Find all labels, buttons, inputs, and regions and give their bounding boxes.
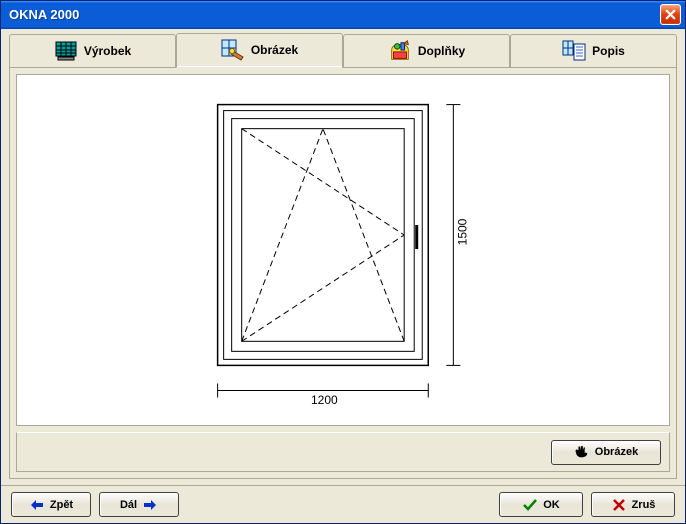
cross-icon bbox=[611, 497, 627, 513]
product-icon bbox=[54, 40, 78, 62]
content-panel: 1200 1500 Obrázek bbox=[9, 68, 677, 479]
lower-panel: Obrázek bbox=[16, 432, 670, 472]
image-button[interactable]: Obrázek bbox=[551, 440, 661, 465]
close-icon bbox=[665, 9, 676, 20]
next-button[interactable]: Dál bbox=[99, 492, 179, 517]
tab-description[interactable]: Popis bbox=[510, 34, 677, 68]
arrow-right-icon bbox=[142, 497, 158, 513]
tab-description-label: Popis bbox=[592, 44, 625, 58]
tab-image-label: Obrázek bbox=[251, 43, 298, 57]
ok-button-label: OK bbox=[543, 499, 560, 511]
back-button[interactable]: Zpět bbox=[11, 492, 91, 517]
window-title: OKNA 2000 bbox=[9, 7, 660, 22]
titlebar: OKNA 2000 bbox=[1, 1, 685, 29]
height-dimension-label: 1500 bbox=[455, 219, 469, 246]
check-icon bbox=[522, 497, 538, 513]
app-window: OKNA 2000 Výrobek bbox=[0, 0, 686, 524]
tab-product[interactable]: Výrobek bbox=[9, 34, 176, 68]
tab-product-label: Výrobek bbox=[84, 44, 131, 58]
drawing-canvas: 1200 1500 bbox=[16, 74, 670, 426]
close-button[interactable] bbox=[660, 4, 681, 25]
arrow-left-icon bbox=[29, 497, 45, 513]
tab-bar: Výrobek Obrázek bbox=[1, 29, 685, 68]
bottom-bar: Zpět Dál OK Zruš bbox=[1, 485, 685, 523]
cancel-button[interactable]: Zruš bbox=[591, 492, 675, 517]
hand-icon bbox=[574, 444, 590, 460]
accessories-icon bbox=[388, 40, 412, 62]
image-icon bbox=[221, 39, 245, 61]
back-button-label: Zpět bbox=[50, 499, 73, 511]
width-dimension-label: 1200 bbox=[311, 393, 338, 407]
cancel-button-label: Zruš bbox=[632, 499, 656, 511]
window-drawing bbox=[17, 75, 669, 425]
description-icon bbox=[562, 40, 586, 62]
tab-accessories-label: Doplňky bbox=[418, 44, 465, 58]
tab-image[interactable]: Obrázek bbox=[176, 33, 343, 68]
next-button-label: Dál bbox=[120, 499, 137, 511]
image-button-label: Obrázek bbox=[595, 446, 638, 458]
tab-accessories[interactable]: Doplňky bbox=[343, 34, 510, 68]
ok-button[interactable]: OK bbox=[499, 492, 583, 517]
